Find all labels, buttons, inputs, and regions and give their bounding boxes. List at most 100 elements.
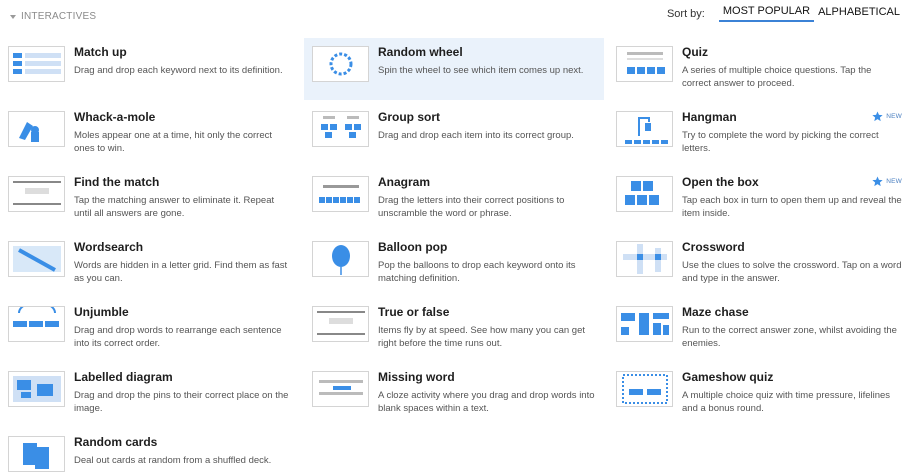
- star-icon: [872, 111, 883, 122]
- template-text: Crossword Use the clues to solve the cro…: [682, 239, 902, 285]
- template-title: Unjumble: [74, 305, 129, 319]
- title-row: Find the match: [74, 174, 294, 189]
- sort-alphabetical[interactable]: ALPHABETICAL: [814, 6, 904, 21]
- template-description: Tap the matching answer to eliminate it.…: [74, 195, 275, 219]
- template-description: Use the clues to solve the crossword. Ta…: [682, 260, 902, 284]
- template-text: Labelled diagram Drag and drop the pins …: [74, 369, 294, 415]
- template-description: A cloze activity where you drag and drop…: [378, 390, 595, 414]
- template-title: Whack-a-mole: [74, 110, 156, 124]
- template-description: Drag and drop words to rearrange each se…: [74, 325, 282, 349]
- template-text: Random cards Deal out cards at random fr…: [74, 434, 294, 467]
- hangman-thumbnail-icon: [616, 111, 673, 147]
- template-tile-match-up[interactable]: Match up Drag and drop each keyword next…: [0, 38, 300, 100]
- template-description: A multiple choice quiz with time pressur…: [682, 390, 891, 414]
- template-description: Items fly by at speed. See how many you …: [378, 325, 586, 349]
- badge-label: NEW: [886, 113, 902, 120]
- template-title: Wordsearch: [74, 240, 144, 254]
- sort-most-popular[interactable]: MOST POPULAR: [718, 5, 815, 22]
- random-wheel-thumbnail-icon: [312, 46, 369, 82]
- template-text: Maze chase Run to the correct answer zon…: [682, 304, 902, 350]
- template-text: Quiz A series of multiple choice questio…: [682, 44, 902, 90]
- title-row: Whack-a-mole: [74, 109, 294, 124]
- template-tile-unjumble[interactable]: Unjumble Drag and drop words to rearrang…: [0, 298, 300, 360]
- template-tile-random-cards[interactable]: Random cards Deal out cards at random fr…: [0, 428, 300, 474]
- title-row: Quiz: [682, 44, 902, 59]
- template-tile-wordsearch[interactable]: Wordsearch Words are hidden in a letter …: [0, 233, 300, 295]
- template-description: Moles appear one at a time, hit only the…: [74, 130, 273, 154]
- template-title: Maze chase: [682, 305, 749, 319]
- sort-controls: Sort by: MOST POPULAR ALPHABETICAL: [667, 5, 904, 22]
- template-title: Random cards: [74, 435, 158, 449]
- template-tile-whack-a-mole[interactable]: Whack-a-mole Moles appear one at a time,…: [0, 103, 300, 165]
- title-row: Missing word: [378, 369, 598, 384]
- title-row: Labelled diagram: [74, 369, 294, 384]
- template-title: Gameshow quiz: [682, 370, 774, 384]
- template-description: Drag and drop each item into its correct…: [378, 130, 574, 141]
- template-title: Group sort: [378, 110, 440, 124]
- template-description: Deal out cards at random from a shuffled…: [74, 455, 272, 466]
- sort-label: Sort by:: [666, 7, 705, 20]
- whack-a-mole-thumbnail-icon: [8, 111, 65, 147]
- template-description: Try to complete the word by picking the …: [682, 130, 879, 154]
- template-tile-maze-chase[interactable]: Maze chase Run to the correct answer zon…: [608, 298, 908, 360]
- template-title: Random wheel: [378, 45, 463, 59]
- template-description: Drag the letters into their correct posi…: [378, 195, 565, 219]
- template-title: Open the box: [682, 175, 759, 189]
- template-text: Group sort Drag and drop each item into …: [378, 109, 598, 142]
- template-tile-find-the-match[interactable]: Find the match Tap the matching answer t…: [0, 168, 300, 230]
- true-or-false-thumbnail-icon: [312, 306, 369, 342]
- header-bar: INTERACTIVES Sort by: MOST POPULAR ALPHA…: [0, 0, 910, 34]
- section-title: INTERACTIVES: [21, 11, 97, 22]
- template-description: Words are hidden in a letter grid. Find …: [74, 260, 288, 284]
- template-tile-crossword[interactable]: Crossword Use the clues to solve the cro…: [608, 233, 908, 295]
- template-text: Wordsearch Words are hidden in a letter …: [74, 239, 294, 285]
- template-description: Drag and drop the pins to their correct …: [74, 390, 289, 414]
- title-row: Random wheel: [378, 44, 598, 59]
- anagram-thumbnail-icon: [312, 176, 369, 212]
- missing-word-thumbnail-icon: [312, 371, 369, 407]
- template-tile-group-sort[interactable]: Group sort Drag and drop each item into …: [304, 103, 604, 165]
- template-text: Random wheel Spin the wheel to see which…: [378, 44, 598, 77]
- open-the-box-thumbnail-icon: [616, 176, 673, 212]
- title-row: Unjumble: [74, 304, 294, 319]
- template-tile-hangman[interactable]: Hangman NEW Try to complete the word by …: [608, 103, 908, 165]
- template-tile-quiz[interactable]: Quiz A series of multiple choice questio…: [608, 38, 908, 100]
- title-row: Crossword: [682, 239, 902, 254]
- title-row: True or false: [378, 304, 598, 319]
- template-description: Pop the balloons to drop each keyword on…: [378, 260, 576, 284]
- title-row: Match up: [74, 44, 294, 59]
- template-tile-missing-word[interactable]: Missing word A cloze activity where you …: [304, 363, 604, 425]
- template-title: Hangman: [682, 110, 737, 124]
- template-tile-anagram[interactable]: Anagram Drag the letters into their corr…: [304, 168, 604, 230]
- caret-down-icon: [10, 14, 16, 19]
- star-icon: [872, 176, 883, 187]
- template-text: Open the box NEW Tap each box in turn to…: [682, 174, 902, 220]
- template-text: Gameshow quiz A multiple choice quiz wit…: [682, 369, 902, 415]
- template-tile-labelled-diagram[interactable]: Labelled diagram Drag and drop the pins …: [0, 363, 300, 425]
- title-row: Gameshow quiz: [682, 369, 902, 384]
- template-title: Anagram: [378, 175, 431, 189]
- template-tile-gameshow-quiz[interactable]: Gameshow quiz A multiple choice quiz wit…: [608, 363, 908, 425]
- template-tile-true-or-false[interactable]: True or false Items fly by at speed. See…: [304, 298, 604, 360]
- template-title: Find the match: [74, 175, 160, 189]
- template-tile-random-wheel[interactable]: Random wheel Spin the wheel to see which…: [304, 38, 604, 100]
- gameshow-quiz-thumbnail-icon: [616, 371, 673, 407]
- template-title: Match up: [74, 45, 127, 59]
- template-tile-balloon-pop[interactable]: Balloon pop Pop the balloons to drop eac…: [304, 233, 604, 295]
- template-title: True or false: [378, 305, 450, 319]
- section-toggle[interactable]: INTERACTIVES: [10, 11, 96, 22]
- title-row: Random cards: [74, 434, 294, 449]
- template-title: Quiz: [682, 45, 708, 59]
- template-text: Unjumble Drag and drop words to rearrang…: [74, 304, 294, 350]
- template-description: Spin the wheel to see which item comes u…: [378, 65, 584, 76]
- title-row: Open the box NEW: [682, 174, 902, 189]
- title-row: Maze chase: [682, 304, 902, 319]
- unjumble-thumbnail-icon: [8, 306, 65, 342]
- labelled-diagram-thumbnail-icon: [8, 371, 65, 407]
- title-row: Balloon pop: [378, 239, 598, 254]
- quiz-thumbnail-icon: [616, 46, 673, 82]
- balloon-pop-thumbnail-icon: [312, 241, 369, 277]
- new-badge: NEW: [872, 111, 902, 122]
- template-tile-open-the-box[interactable]: Open the box NEW Tap each box in turn to…: [608, 168, 908, 230]
- template-description: Run to the correct answer zone, whilst a…: [682, 325, 897, 349]
